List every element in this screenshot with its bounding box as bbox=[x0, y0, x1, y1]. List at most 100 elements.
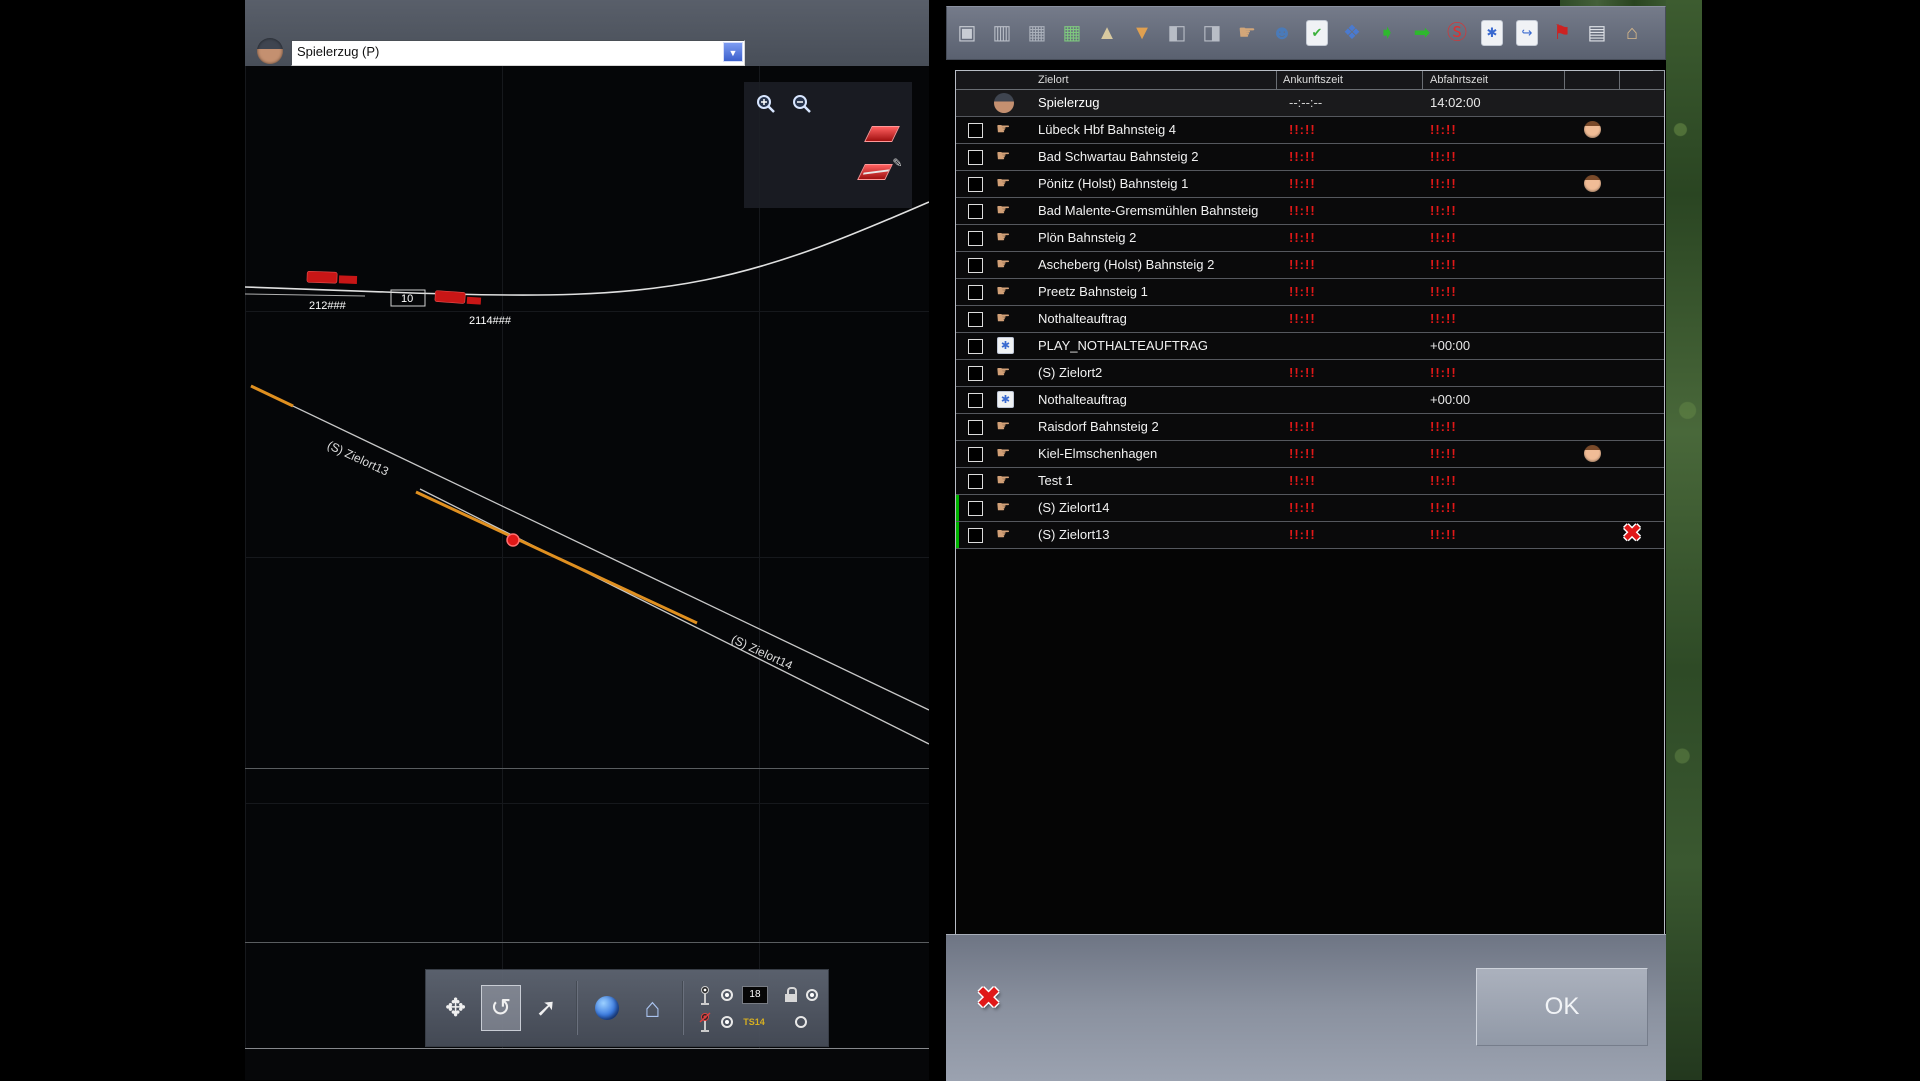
arrival-time: !!:!! bbox=[1289, 495, 1316, 521]
ts-label: TS14 bbox=[742, 1017, 766, 1027]
table-row[interactable]: ☛ (S) Zielort2 !!:!! !!:!! bbox=[956, 360, 1664, 387]
table-row[interactable]: ☛ Ascheberg (Holst) Bahnsteig 2 !!:!! !!… bbox=[956, 252, 1664, 279]
order-doc-icon: ✱ bbox=[997, 337, 1014, 354]
table-row[interactable]: ☛ Test 1 !!:!! !!:!! bbox=[956, 468, 1664, 495]
zoom-out-button[interactable] bbox=[788, 90, 816, 118]
arrow-down-button[interactable]: ▼ bbox=[1128, 15, 1156, 51]
ok-button[interactable]: OK bbox=[1476, 968, 1648, 1046]
departure-time: !!:!! bbox=[1430, 279, 1457, 305]
signal-radio-1[interactable] bbox=[721, 989, 733, 1001]
flag-button[interactable]: ⚑ bbox=[1548, 15, 1576, 51]
table-row[interactable]: ✱ PLAY_NOTHALTEAUFTRAG +00:00 bbox=[956, 333, 1664, 360]
track-stub bbox=[245, 294, 365, 296]
position-dot[interactable] bbox=[507, 534, 519, 546]
zoom-out-icon bbox=[791, 93, 813, 115]
departure-time: !!:!! bbox=[1430, 522, 1457, 548]
table-row[interactable]: ☛ Lübeck Hbf Bahnsteig 4 !!:!! !!:!! bbox=[956, 117, 1664, 144]
tiles-button[interactable]: ❖ bbox=[1338, 15, 1366, 51]
roof-up-button[interactable]: ▲ bbox=[1093, 15, 1121, 51]
track-map-panel: Spielerzug (P) ▼ 212### 2114### 10 bbox=[245, 0, 929, 1080]
table-row[interactable]: ☛ Plön Bahnsteig 2 !!:!! !!:!! bbox=[956, 225, 1664, 252]
red-layer-edit-icon[interactable]: ✎ bbox=[857, 164, 893, 180]
doc-export-button[interactable]: ↪ bbox=[1513, 15, 1541, 51]
hand-button[interactable]: ☛ bbox=[1233, 15, 1261, 51]
train-select-dropdown[interactable]: Spielerzug (P) ▼ bbox=[291, 40, 745, 66]
train2-label: 2114### bbox=[469, 315, 512, 327]
save-button[interactable]: ▣ bbox=[953, 15, 981, 51]
delete-target-icon[interactable]: ✖ bbox=[1622, 520, 1642, 548]
row-checkbox[interactable] bbox=[968, 231, 983, 246]
split-left-button[interactable]: ◧ bbox=[1163, 15, 1191, 51]
row-checkbox[interactable] bbox=[968, 474, 983, 489]
arrow-to-bar-green-button[interactable]: ➧ bbox=[1373, 15, 1401, 51]
rotate-mode-button[interactable]: ↺ bbox=[481, 985, 520, 1031]
row-checkbox[interactable] bbox=[968, 204, 983, 219]
table-row[interactable]: ☛ (S) Zielort13 !!:!! !!:!! ✖ bbox=[956, 522, 1664, 549]
row-checkbox[interactable] bbox=[968, 339, 983, 354]
hand-icon: ☛ bbox=[996, 470, 1010, 492]
departure-time: +00:00 bbox=[1430, 333, 1470, 359]
red-layer-icon[interactable] bbox=[864, 126, 900, 142]
chevron-down-icon[interactable]: ▼ bbox=[723, 42, 743, 62]
toolbar-divider bbox=[576, 981, 578, 1035]
globe-view-button[interactable] bbox=[588, 985, 627, 1031]
row-checkbox[interactable] bbox=[968, 393, 983, 408]
destination-label: Plön Bahnsteig 2 bbox=[1038, 225, 1136, 251]
arrow-right-green-button[interactable]: ➡ bbox=[1408, 15, 1436, 51]
home-view-button[interactable]: ⌂ bbox=[633, 985, 672, 1031]
grid-small-icon: ▦ bbox=[1028, 23, 1047, 43]
row-checkbox[interactable] bbox=[968, 258, 983, 273]
row-checkbox[interactable] bbox=[968, 285, 983, 300]
table-row[interactable]: ☛ Preetz Bahnsteig 1 !!:!! !!:!! bbox=[956, 279, 1664, 306]
table-row[interactable]: ☛ Kiel-Elmschenhagen !!:!! !!:!! bbox=[956, 441, 1664, 468]
departure-time: !!:!! bbox=[1430, 495, 1457, 521]
table-row[interactable]: ☛ Raisdorf Bahnsteig 2 !!:!! !!:!! bbox=[956, 414, 1664, 441]
row-checkbox[interactable] bbox=[968, 447, 983, 462]
train-marker-2[interactable] bbox=[435, 290, 482, 304]
person-button[interactable]: ☻ bbox=[1268, 15, 1296, 51]
table-row[interactable]: ☛ (S) Zielort14 !!:!! !!:!! bbox=[956, 495, 1664, 522]
departure-time: !!:!! bbox=[1430, 306, 1457, 332]
remove-destination-button[interactable]: ✖ bbox=[976, 981, 1001, 1016]
row-checkbox[interactable] bbox=[968, 501, 983, 516]
arrival-time: !!:!! bbox=[1289, 279, 1316, 305]
speed-value-box[interactable]: 18 bbox=[742, 986, 768, 1004]
row-checkbox[interactable] bbox=[968, 177, 983, 192]
pan-mode-button[interactable]: ✥ bbox=[436, 985, 475, 1031]
signal-radio-2[interactable] bbox=[721, 1016, 733, 1028]
delete-icon: ▥ bbox=[993, 23, 1012, 43]
row-checkbox[interactable] bbox=[968, 150, 983, 165]
depot-icon: ⌂ bbox=[1626, 23, 1638, 43]
delete-button[interactable]: ▥ bbox=[988, 15, 1016, 51]
row-checkbox[interactable] bbox=[968, 420, 983, 435]
keyboard-button[interactable]: ▤ bbox=[1583, 15, 1611, 51]
split-right-button[interactable]: ◨ bbox=[1198, 15, 1226, 51]
s-cancel-button[interactable]: Ⓢ bbox=[1443, 15, 1471, 51]
doc-check-button[interactable]: ✔ bbox=[1303, 15, 1331, 51]
train-summary-row[interactable]: Spielerzug --:--:-- 14:02:00 bbox=[956, 90, 1664, 117]
table-row[interactable]: ✱ Nothalteauftrag +00:00 bbox=[956, 387, 1664, 414]
table-row[interactable]: ☛ Bad Schwartau Bahnsteig 2 !!:!! !!:!! bbox=[956, 144, 1664, 171]
destination-label: Preetz Bahnsteig 1 bbox=[1038, 279, 1148, 305]
table-row[interactable]: ☛ Nothalteauftrag !!:!! !!:!! bbox=[956, 306, 1664, 333]
train-marker-1[interactable] bbox=[307, 271, 357, 284]
extra-radio[interactable] bbox=[795, 1016, 807, 1028]
track-map-area[interactable]: 212### 2114### 10 (S) Zielort13 (S) Ziel… bbox=[245, 66, 929, 1049]
doc-gear-button[interactable]: ✱ bbox=[1478, 15, 1506, 51]
grid-small-button[interactable]: ▦ bbox=[1023, 15, 1051, 51]
tiles-icon: ❖ bbox=[1343, 23, 1361, 43]
column-header-abfahrtszeit: Abfahrtszeit bbox=[1430, 71, 1488, 89]
table-row[interactable]: ☛ Bad Malente-Gremsmühlen Bahnsteig !!:!… bbox=[956, 198, 1664, 225]
lock-radio[interactable] bbox=[806, 989, 818, 1001]
depot-button[interactable]: ⌂ bbox=[1618, 15, 1646, 51]
table-row[interactable]: ☛ Pönitz (Holst) Bahnsteig 1 !!:!! !!:!! bbox=[956, 171, 1664, 198]
row-checkbox[interactable] bbox=[968, 366, 983, 381]
row-checkbox[interactable] bbox=[968, 312, 983, 327]
arrival-time: !!:!! bbox=[1289, 360, 1316, 386]
zoom-in-button[interactable] bbox=[752, 90, 780, 118]
hand-icon: ☛ bbox=[996, 281, 1010, 303]
row-checkbox[interactable] bbox=[968, 528, 983, 543]
grid-large-button[interactable]: ▦ bbox=[1058, 15, 1086, 51]
jump-to-button[interactable]: ➚ bbox=[527, 985, 566, 1031]
row-checkbox[interactable] bbox=[968, 123, 983, 138]
